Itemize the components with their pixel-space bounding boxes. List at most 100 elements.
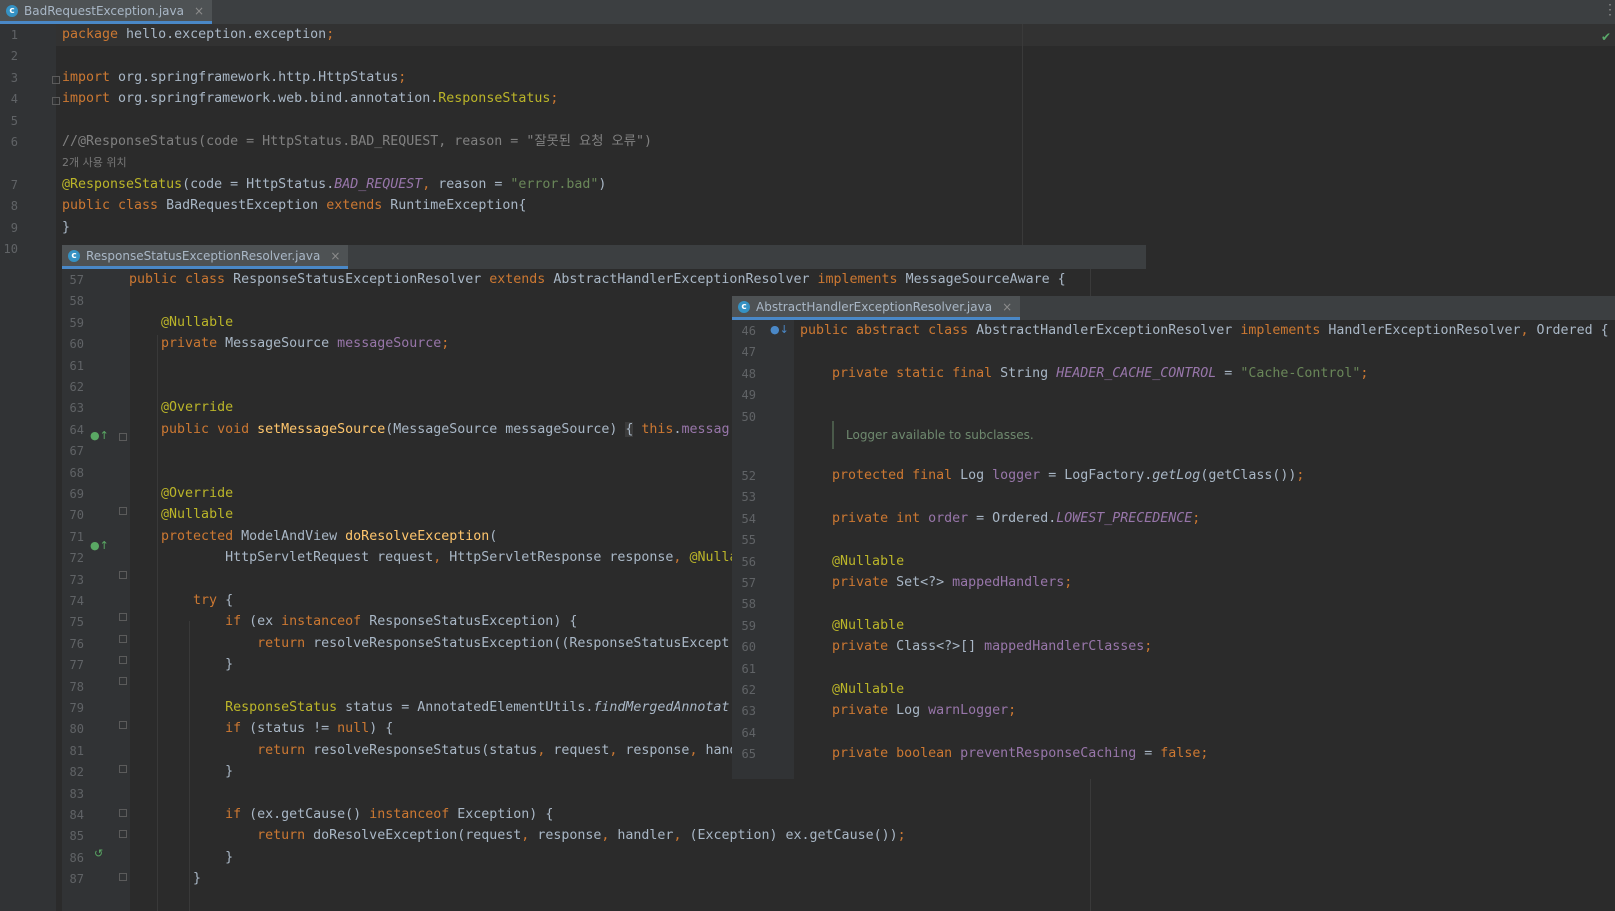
fold-marker-icon[interactable] <box>119 809 127 817</box>
fold-marker-icon[interactable] <box>119 635 127 643</box>
fold-marker-icon[interactable] <box>119 571 127 579</box>
code-line[interactable]: return doResolveException(request, respo… <box>129 825 906 846</box>
line-number: 7 <box>10 177 18 192</box>
fold-marker-icon[interactable] <box>52 97 60 105</box>
fold-marker-icon[interactable] <box>119 830 127 838</box>
code-line[interactable]: public abstract class AbstractHandlerExc… <box>800 320 1609 341</box>
code-line[interactable]: @Nullable <box>129 312 233 333</box>
line-number: 60 <box>741 640 756 655</box>
line-number: 57 <box>69 273 84 287</box>
main-gutter <box>0 24 56 911</box>
fold-marker-icon[interactable] <box>52 76 60 84</box>
code-line[interactable]: 2개 사용 위치 <box>62 152 127 173</box>
code-line[interactable]: @Override <box>129 483 233 504</box>
code-line[interactable]: @Nullable <box>800 551 904 572</box>
line-number: 79 <box>69 701 84 715</box>
popup-b-editor[interactable]: 46 public abstract class AbstractHandlerE… <box>732 320 1615 779</box>
code-line[interactable]: if (status != null) { <box>129 718 393 739</box>
code-line[interactable]: public void setMessageSource(MessageSour… <box>129 419 730 440</box>
line-number: 63 <box>69 401 84 416</box>
code-line[interactable]: } <box>129 868 201 889</box>
code-line[interactable]: HttpServletRequest request, HttpServletR… <box>129 547 737 568</box>
tab-label: BadRequestException.java <box>24 3 184 18</box>
tab-abstract-handler-exception-resolver[interactable]: c AbstractHandlerExceptionResolver.java … <box>732 296 1021 320</box>
line-number: 49 <box>741 388 756 403</box>
line-number: 52 <box>741 469 756 483</box>
code-line[interactable]: package hello.exception.exception; <box>62 24 334 45</box>
close-tab-icon[interactable]: × <box>1002 300 1012 314</box>
code-line[interactable]: import org.springframework.http.HttpStat… <box>62 67 406 88</box>
implemented-gutter-icon[interactable]: ●↓ <box>770 323 789 336</box>
code-line[interactable]: } <box>129 654 233 675</box>
code-line[interactable]: return resolveResponseStatusException((R… <box>129 633 729 654</box>
line-number: 81 <box>69 743 84 758</box>
code-line[interactable]: private int order = Ordered.LOWEST_PRECE… <box>800 508 1200 529</box>
code-line[interactable]: @Nullable <box>129 504 233 525</box>
tab-response-status-exception-resolver[interactable]: c ResponseStatusExceptionResolver.java × <box>62 245 349 269</box>
code-line[interactable]: protected ModelAndView doResolveExceptio… <box>129 526 497 547</box>
line-number: 1 <box>10 28 18 42</box>
code-line[interactable]: public class ResponseStatusExceptionReso… <box>129 269 1066 290</box>
code-line[interactable]: @Nullable <box>800 615 904 636</box>
code-line[interactable]: protected final Log logger = LogFactory.… <box>800 465 1304 486</box>
code-line[interactable]: private Log warnLogger; <box>800 700 1016 721</box>
fold-marker-icon[interactable] <box>119 677 127 685</box>
line-number: 84 <box>69 808 84 822</box>
code-line[interactable]: private static final String HEADER_CACHE… <box>800 363 1368 384</box>
line-number: 77 <box>69 658 84 673</box>
code-line[interactable]: private Set<?> mappedHandlers; <box>800 572 1072 593</box>
code-line[interactable]: public class BadRequestException extends… <box>62 195 526 216</box>
code-line[interactable]: private boolean preventResponseCaching =… <box>800 743 1208 764</box>
line-number: 54 <box>741 511 756 526</box>
code-line[interactable]: private MessageSource messageSource; <box>129 333 449 354</box>
close-tab-icon[interactable]: × <box>330 249 340 263</box>
code-line[interactable]: @Override <box>129 397 233 418</box>
line-number: 57 <box>741 576 756 590</box>
more-options-icon[interactable]: ⋮ <box>1603 0 1615 24</box>
override-gutter-icon[interactable]: ●↑ <box>90 429 109 442</box>
fold-marker-icon[interactable] <box>119 613 127 621</box>
line-number: 71 <box>69 529 84 544</box>
close-tab-icon[interactable]: × <box>194 4 204 18</box>
code-line[interactable]: private Class<?>[] mappedHandlerClasses; <box>800 636 1152 657</box>
code-line[interactable]: ResponseStatus status = AnnotatedElement… <box>129 697 729 718</box>
fold-marker-icon[interactable] <box>119 433 127 441</box>
popup-b-tab-bar: c AbstractHandlerExceptionResolver.java … <box>732 296 1615 320</box>
code-line[interactable]: try { <box>129 590 233 611</box>
override-gutter-icon[interactable]: ●↑ <box>90 539 109 552</box>
fold-marker-icon[interactable] <box>119 765 127 773</box>
code-line[interactable]: @Nullable <box>800 679 904 700</box>
right-margin-guide <box>1022 24 1023 246</box>
popup-a-tab-bar: c ResponseStatusExceptionResolver.java × <box>62 245 1146 269</box>
line-number: 59 <box>69 315 84 330</box>
code-line[interactable]: import org.springframework.web.bind.anno… <box>62 88 558 109</box>
code-line[interactable]: //@ResponseStatus(code = HttpStatus.BAD_… <box>62 131 652 152</box>
code-line[interactable]: } <box>129 761 233 782</box>
tab-label: ResponseStatusExceptionResolver.java <box>86 248 321 263</box>
line-number: 65 <box>741 747 756 762</box>
fold-marker-icon[interactable] <box>119 656 127 664</box>
fold-marker-icon[interactable] <box>119 721 127 729</box>
tab-bad-request-exception[interactable]: c BadRequestException.java × <box>0 0 213 24</box>
line-number: 75 <box>69 615 84 630</box>
line-number: 47 <box>741 345 756 360</box>
code-line[interactable]: if (ex instanceof ResponseStatusExceptio… <box>129 611 577 632</box>
no-problems-check-icon[interactable]: ✔ <box>1601 30 1611 44</box>
fold-marker-icon[interactable] <box>119 507 127 515</box>
recursion-gutter-icon[interactable]: ↺ <box>94 847 103 860</box>
line-number: 74 <box>69 594 84 608</box>
line-number: 83 <box>69 786 84 801</box>
line-number: 58 <box>69 294 84 309</box>
code-line[interactable]: } <box>62 217 70 238</box>
line-number: 70 <box>69 508 84 523</box>
code-line[interactable]: } <box>129 847 233 868</box>
code-line[interactable]: if (ex.getCause() instanceof Exception) … <box>129 804 553 825</box>
code-line[interactable]: return resolveResponseStatus(status, req… <box>129 740 737 761</box>
line-number: 2 <box>10 49 18 64</box>
code-line[interactable]: @ResponseStatus(code = HttpStatus.BAD_RE… <box>62 174 606 195</box>
line-number: 78 <box>69 679 84 694</box>
line-number: 46 <box>741 324 756 338</box>
line-number: 68 <box>69 465 84 480</box>
line-number: 64 <box>69 422 84 437</box>
fold-marker-icon[interactable] <box>119 873 127 881</box>
